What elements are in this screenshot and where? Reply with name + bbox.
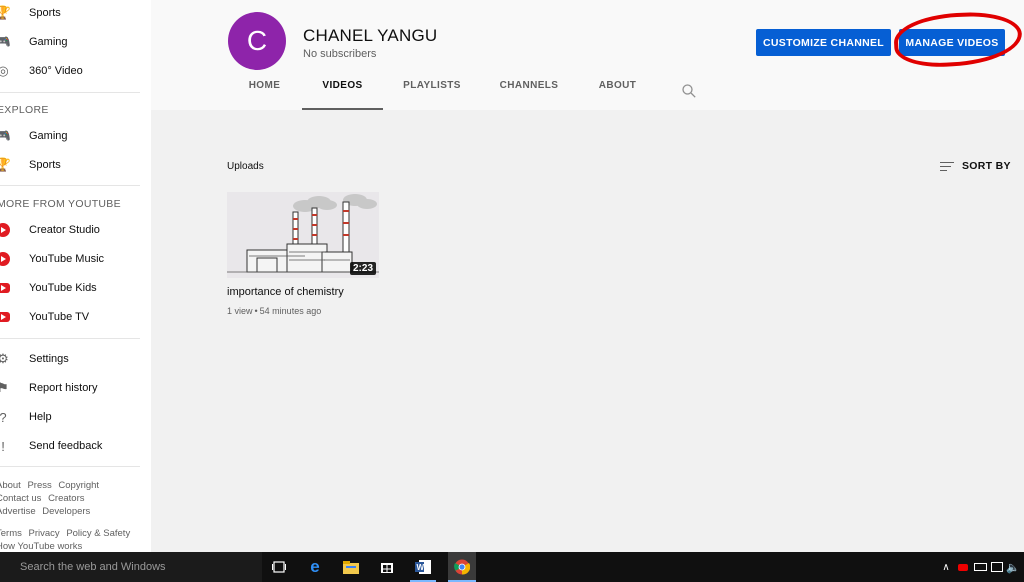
footer-links-row: Advertise Developers — [0, 506, 94, 517]
video-age: 54 minutes ago — [259, 306, 322, 316]
sidebar-item-youtube-music[interactable]: YouTube Music — [0, 247, 151, 271]
sidebar-item-gaming[interactable]: 🎮 Gaming — [0, 124, 151, 148]
sidebar-item-sports[interactable]: 🏆 Sports — [0, 153, 151, 177]
youtube-kids-icon — [0, 279, 12, 297]
sidebar-item-360-video[interactable]: ◎ 360° Video — [0, 59, 151, 83]
video-thumbnail[interactable]: 2:23 — [227, 192, 379, 278]
tab-channels[interactable]: CHANNELS — [496, 80, 562, 108]
flag-icon: ⚑ — [0, 380, 9, 395]
footer-link-how-youtube-works[interactable]: How YouTube works — [0, 541, 82, 552]
footer-link-terms[interactable]: Terms — [0, 528, 22, 539]
sidebar-item-help[interactable]: ? Help — [0, 405, 151, 429]
sidebar-item-label: YouTube Kids — [29, 282, 97, 294]
chrome-icon[interactable] — [448, 552, 476, 582]
divider — [0, 92, 140, 93]
sidebar-item-sports[interactable]: 🏆 Sports — [0, 1, 151, 25]
taskbar-search-box[interactable]: Search the web and Windows — [0, 552, 262, 582]
uploads-heading: Uploads — [227, 161, 264, 172]
footer-link-policy-safety[interactable]: Policy & Safety — [66, 528, 130, 539]
footer-link-creators[interactable]: Creators — [48, 493, 84, 504]
divider — [0, 466, 140, 467]
sidebar-item-youtube-kids[interactable]: YouTube Kids — [0, 276, 151, 300]
channel-name: CHANEL YANGU — [303, 26, 438, 45]
word-icon[interactable]: W — [412, 557, 434, 577]
avatar[interactable]: C — [228, 12, 286, 70]
sidebar-item-label: Help — [29, 411, 52, 423]
help-icon: ? — [0, 409, 7, 425]
sidebar-item-send-feedback[interactable]: ! Send feedback — [0, 434, 151, 458]
svg-text:W: W — [417, 563, 425, 572]
footer-links-row: Terms Privacy Policy & Safety — [0, 528, 134, 539]
sidebar-item-label: YouTube Music — [29, 253, 105, 265]
tab-videos[interactable]: VIDEOS — [302, 80, 383, 110]
sort-by-button[interactable]: SORT BY — [940, 159, 1011, 174]
footer-link-press[interactable]: Press — [27, 480, 51, 491]
vr-360-icon: ◎ — [0, 63, 9, 78]
video-views: 1 view — [227, 306, 253, 316]
video-metadata: 1 view • 54 minutes ago — [227, 306, 321, 316]
trophy-icon: 🏆 — [0, 157, 12, 172]
divider — [0, 185, 140, 186]
sidebar: 🏆 Sports 🎮 Gaming ◎ 360° Video EXPLORE 🎮… — [0, 0, 151, 552]
youtube-tv-icon — [0, 308, 12, 326]
sidebar-item-label: Gaming — [29, 36, 68, 48]
footer-link-contact-us[interactable]: Contact us — [0, 493, 41, 504]
channel-header: C CHANEL YANGU No subscribers CUSTOMIZE … — [151, 0, 1024, 110]
sort-icon — [940, 159, 954, 174]
search-icon[interactable] — [682, 84, 696, 98]
video-title[interactable]: importance of chemistry — [227, 286, 344, 298]
youtube-music-icon — [0, 250, 12, 268]
taskbar-search-placeholder: Search the web and Windows — [20, 561, 166, 573]
sidebar-item-label: Settings — [29, 353, 69, 365]
meta-separator: • — [254, 306, 258, 316]
tab-about[interactable]: ABOUT — [594, 80, 641, 108]
footer-link-developers[interactable]: Developers — [42, 506, 90, 517]
windows-taskbar: Search the web and Windows e W ∧ 🔈 — [0, 552, 1024, 582]
gear-icon: ⚙ — [0, 351, 9, 366]
footer-links-row: About Press Copyright — [0, 480, 103, 491]
sidebar-item-label: Send feedback — [29, 440, 103, 452]
sidebar-item-label: Creator Studio — [29, 224, 100, 236]
task-view-icon[interactable] — [268, 557, 290, 577]
sidebar-item-settings[interactable]: ⚙ Settings — [0, 347, 151, 371]
trophy-icon: 🏆 — [0, 5, 12, 20]
feedback-icon: ! — [1, 438, 5, 454]
sidebar-item-gaming[interactable]: 🎮 Gaming — [0, 30, 151, 54]
volume-icon[interactable]: 🔈 — [1002, 557, 1024, 577]
sidebar-item-youtube-tv[interactable]: YouTube TV — [0, 305, 151, 329]
sidebar-item-label: Sports — [29, 7, 61, 19]
tab-playlists[interactable]: PLAYLISTS — [400, 80, 464, 108]
footer-links-row: How YouTube works — [0, 541, 86, 552]
sidebar-item-label: Report history — [29, 382, 98, 394]
video-duration: 2:23 — [349, 262, 376, 275]
customize-channel-button[interactable]: CUSTOMIZE CHANNEL — [756, 29, 891, 56]
explore-heading: EXPLORE — [0, 104, 49, 116]
subscriber-count: No subscribers — [303, 48, 377, 60]
edge-icon[interactable]: e — [304, 557, 326, 577]
footer-link-privacy[interactable]: Privacy — [29, 528, 60, 539]
footer-link-about[interactable]: About — [0, 480, 21, 491]
sidebar-item-label: Sports — [29, 159, 61, 171]
file-explorer-icon[interactable] — [340, 557, 362, 577]
footer-link-advertise[interactable]: Advertise — [0, 506, 36, 517]
sort-by-label: SORT BY — [962, 160, 1011, 173]
sidebar-item-label: YouTube TV — [29, 311, 90, 323]
footer-links-row: Contact us Creators — [0, 493, 89, 504]
sidebar-item-report-history[interactable]: ⚑ Report history — [0, 376, 151, 400]
footer-link-copyright[interactable]: Copyright — [58, 480, 99, 491]
sidebar-item-creator-studio[interactable]: Creator Studio — [0, 218, 151, 242]
sidebar-item-label: 360° Video — [29, 65, 83, 77]
store-icon[interactable] — [376, 557, 398, 577]
gamepad-icon: 🎮 — [0, 34, 12, 49]
tab-home[interactable]: HOME — [241, 80, 288, 108]
creator-studio-icon — [0, 221, 12, 239]
gamepad-icon: 🎮 — [0, 128, 12, 143]
divider — [0, 338, 140, 339]
sidebar-item-label: Gaming — [29, 130, 68, 142]
more-from-youtube-heading: MORE FROM YOUTUBE — [0, 198, 121, 210]
